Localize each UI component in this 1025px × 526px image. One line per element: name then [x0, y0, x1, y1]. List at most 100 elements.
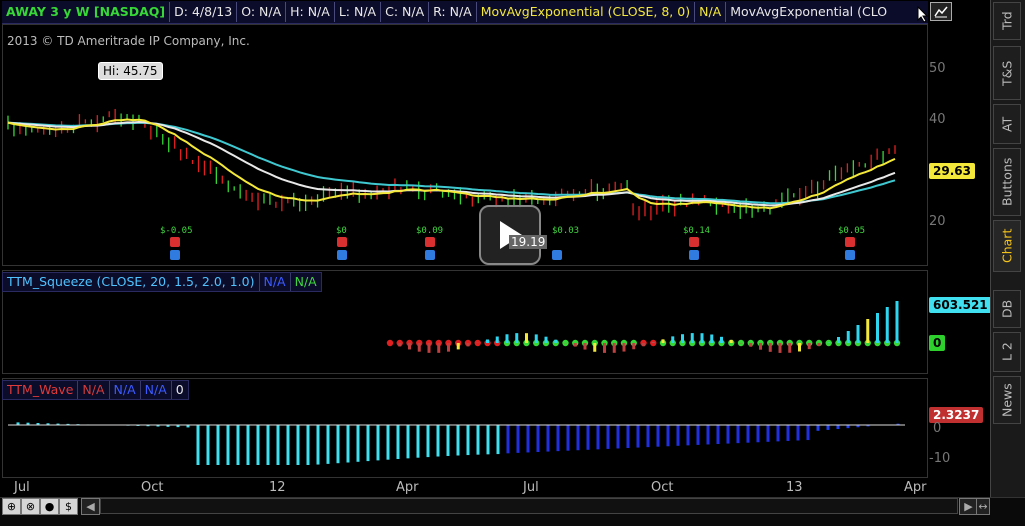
wave-histogram-bar	[257, 425, 260, 465]
dividend-event-icon[interactable]	[552, 250, 562, 260]
tab-level2[interactable]: L 2	[993, 332, 1021, 372]
squeeze-histogram-bar	[574, 343, 577, 347]
earnings-event-icon[interactable]	[689, 237, 699, 247]
wave-histogram-bar	[827, 425, 830, 430]
wave-histogram-bar	[497, 425, 500, 454]
last-price-badge: 29.63	[929, 163, 975, 179]
dollar-icon[interactable]: $	[59, 498, 78, 515]
tab-chart[interactable]: Chart	[993, 220, 1021, 272]
earnings-event-icon[interactable]	[845, 237, 855, 247]
squeeze-histogram-bar	[681, 334, 684, 343]
wave-histogram-bar	[247, 425, 250, 465]
right-tab-strip: Trd T&S AT Buttons Chart DB L 2 News	[990, 0, 1025, 500]
wave-histogram-bar	[397, 425, 400, 459]
wave-histogram-bar	[577, 425, 580, 450]
dividend-event-icon[interactable]	[845, 250, 855, 260]
squeeze-histogram-bar	[398, 343, 401, 346]
x-axis-label: Oct	[651, 480, 673, 495]
dividend-event-icon[interactable]	[170, 250, 180, 260]
earnings-label: $0	[336, 226, 347, 236]
wave-histogram-bar	[687, 425, 690, 445]
squeeze-histogram-bar	[847, 331, 850, 343]
squeeze-histogram-bar	[857, 325, 860, 343]
squeeze-histogram-bar	[632, 343, 635, 349]
squeeze-value-1: N/A	[260, 273, 291, 291]
wave-histogram-bar	[777, 425, 780, 441]
time-scrollbar[interactable]	[100, 498, 958, 514]
earnings-event-icon[interactable]	[337, 237, 347, 247]
earnings-event-icon[interactable]	[425, 237, 435, 247]
squeeze-histogram-bar	[730, 340, 733, 343]
earnings-event-icon[interactable]	[170, 237, 180, 247]
squeeze-histogram-bar	[720, 337, 723, 343]
wave-histogram-bar	[217, 425, 220, 465]
expand-icon[interactable]: ↔	[976, 498, 990, 515]
x-axis-label: 13	[786, 480, 803, 495]
wave-histogram-bar	[557, 425, 560, 451]
earnings-label: $-0.05	[160, 226, 193, 236]
squeeze-value-badge: 603.521	[929, 297, 992, 313]
squeeze-histogram-bar	[886, 307, 889, 343]
tab-trd[interactable]: Trd	[993, 2, 1021, 40]
squeeze-histogram-bar	[447, 343, 450, 352]
covered-price-label: 19.19	[509, 235, 547, 249]
wave-value-3: N/A	[141, 381, 172, 399]
squeeze-histogram-bar	[710, 334, 713, 343]
wave-histogram-bar	[517, 425, 520, 453]
wave-study-label[interactable]: TTM_Wave	[3, 381, 78, 399]
dividend-event-icon[interactable]	[689, 250, 699, 260]
squeeze-study-label[interactable]: TTM_Squeeze (CLOSE, 20, 1.5, 2.0, 1.0)	[3, 273, 260, 291]
squeeze-histogram-bar	[896, 301, 899, 343]
squeeze-histogram-bar	[486, 339, 489, 343]
squeeze-histogram-bar	[418, 343, 421, 352]
wave-histogram-bar	[487, 425, 490, 454]
squeeze-histogram-bar	[701, 333, 704, 343]
dividend-event-icon[interactable]	[337, 250, 347, 260]
squeeze-histogram-bar	[876, 313, 879, 343]
wave-histogram-bar	[227, 425, 230, 465]
squeeze-histogram-bar	[662, 339, 665, 343]
tab-time-and-sales[interactable]: T&S	[993, 46, 1021, 100]
wave-histogram-bar	[417, 425, 420, 458]
wave-histogram-bar	[707, 425, 710, 444]
squeeze-histogram-bar	[759, 343, 762, 350]
video-play-button[interactable]: 19.19	[479, 205, 541, 265]
wave-histogram-bar	[387, 425, 390, 460]
wave-header: TTM_Wave N/A N/A N/A 0	[2, 380, 189, 400]
wave-histogram-bar	[617, 425, 620, 448]
squeeze-dot	[387, 340, 393, 346]
wave-histogram-bar	[327, 425, 330, 464]
wave-histogram-bar	[207, 425, 210, 465]
tab-news[interactable]: News	[993, 376, 1021, 424]
squeeze-histogram-bar	[837, 337, 840, 343]
wave-histogram-bar	[747, 425, 750, 443]
squeeze-histogram-bar	[525, 333, 528, 343]
drawing-tool-icon[interactable]: ●	[40, 498, 59, 515]
wave-histogram-bar	[347, 425, 350, 463]
squeeze-histogram-bar	[769, 343, 772, 352]
wave-histogram-bar	[437, 425, 440, 457]
wave-histogram-bar	[797, 425, 800, 440]
wave-histogram-bar	[317, 425, 320, 465]
wave-value-1: N/A	[78, 381, 109, 399]
x-axis-label: 12	[269, 480, 286, 495]
dividend-event-icon[interactable]	[425, 250, 435, 260]
squeeze-histogram-bar	[603, 343, 606, 353]
squeeze-histogram-bar	[437, 343, 440, 353]
tab-at[interactable]: AT	[993, 104, 1021, 144]
squeeze-histogram-bar	[808, 343, 811, 349]
squeeze-histogram-bar	[535, 334, 538, 343]
zoom-icon[interactable]: ⊗	[21, 498, 40, 515]
y-axis-label-20: 20	[929, 214, 946, 229]
wave-histogram-bar	[337, 425, 340, 463]
tab-db[interactable]: DB	[993, 290, 1021, 328]
squeeze-histogram-bar	[623, 343, 626, 352]
wave-histogram-bar	[677, 425, 680, 446]
squeeze-histogram-bar	[467, 343, 470, 346]
tab-buttons[interactable]: Buttons	[993, 148, 1021, 216]
crosshair-icon[interactable]: ⊕	[2, 498, 21, 515]
scroll-left-button[interactable]: ◀	[81, 498, 100, 515]
y-axis-label-40: 40	[929, 112, 946, 127]
wave-histogram-bar	[537, 425, 540, 452]
squeeze-histogram-bar	[545, 337, 548, 343]
